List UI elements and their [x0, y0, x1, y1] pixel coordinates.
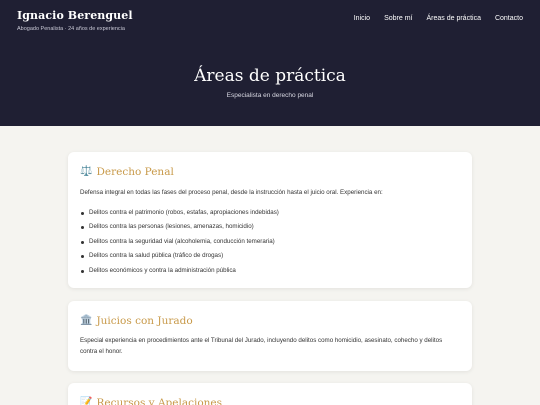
card-title: ⚖️ Derecho Penal	[80, 166, 460, 178]
page-subtitle: Especialista en derecho penal	[226, 92, 314, 99]
brand-tagline: Abogado Penalista · 24 años de experienc…	[17, 26, 125, 32]
page-title: Áreas de práctica	[194, 66, 346, 86]
nav-link-inicio[interactable]: Inicio	[354, 15, 370, 22]
brand-name: Ignacio Berenguel	[17, 9, 133, 22]
card-title-text: Recursos y Apelaciones	[96, 397, 223, 405]
courthouse-icon: 🏛️	[80, 315, 93, 326]
nav-link-contacto[interactable]: Contacto	[495, 15, 523, 22]
nav-link-areas[interactable]: Áreas de práctica	[426, 15, 480, 22]
scales-icon: ⚖️	[80, 166, 93, 177]
card-title-text: Juicios con Jurado	[96, 315, 193, 327]
main-nav: Inicio Sobre mí Áreas de práctica Contac…	[354, 15, 523, 22]
card-title: 🏛️ Juicios con Jurado	[80, 315, 460, 327]
practice-card-juicios-jurado: 🏛️ Juicios con Jurado Especial experienc…	[68, 301, 472, 371]
hero: Áreas de práctica Especialista en derech…	[0, 66, 540, 99]
memo-icon: 📝	[80, 397, 93, 405]
list-item: Delitos contra el patrimonio (robos, est…	[80, 206, 460, 221]
list-item: Delitos contra la salud pública (tráfico…	[80, 249, 460, 264]
practice-list: Delitos contra el patrimonio (robos, est…	[80, 206, 460, 279]
card-description: Especial experiencia en procedimientos a…	[80, 337, 443, 355]
list-item: Delitos económicos y contra la administr…	[80, 264, 460, 279]
card-title: 📝 Recursos y Apelaciones	[80, 397, 460, 405]
list-item: Delitos contra la seguridad vial (alcoho…	[80, 235, 460, 250]
practice-card-recursos: 📝 Recursos y Apelaciones	[68, 383, 472, 405]
brand[interactable]: Ignacio Berenguel Abogado Penalista · 24…	[17, 9, 133, 32]
card-description: Defensa integral en todas las fases del …	[80, 189, 383, 196]
site-header: Ignacio Berenguel Abogado Penalista · 24…	[0, 0, 540, 126]
practice-card-derecho-penal: ⚖️ Derecho Penal Defensa integral en tod…	[68, 152, 472, 288]
list-item: Delitos contra las personas (lesiones, a…	[80, 220, 460, 235]
nav-link-sobre-mi[interactable]: Sobre mí	[384, 15, 412, 22]
card-title-text: Derecho Penal	[96, 166, 174, 178]
